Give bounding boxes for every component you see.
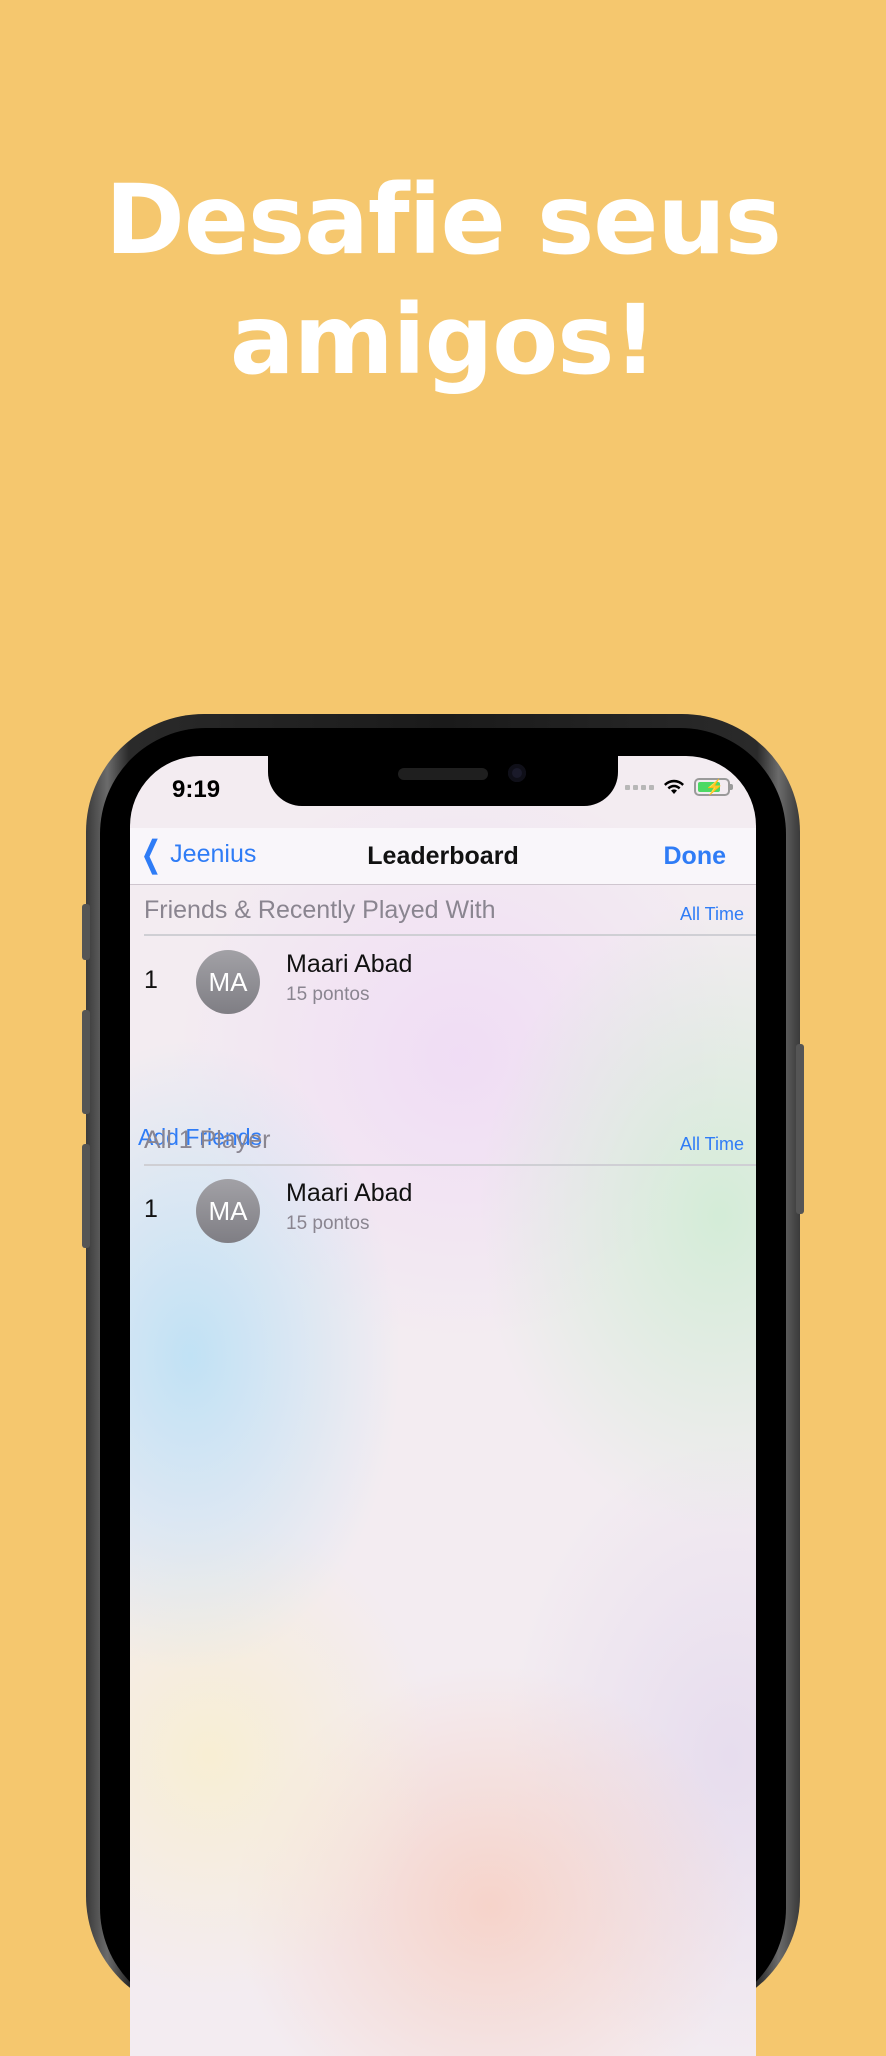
player-rank: 1 <box>144 966 158 994</box>
navigation-bar: ❮ Jeenius Leaderboard Done <box>130 828 756 885</box>
mute-switch <box>82 904 90 960</box>
player-rank: 1 <box>144 1195 158 1223</box>
notch <box>268 756 618 806</box>
phone-frame: 9:19 ⚡ ❮ Jeenius Leaderboard Done Friend… <box>82 714 804 2056</box>
battery-icon: ⚡ <box>694 778 733 796</box>
leaderboard-row[interactable]: 1 MA Maari Abad 15 pontos <box>130 938 756 1028</box>
headline-line-2: amigos! <box>229 284 657 396</box>
player-score: 15 pontos <box>286 984 370 1005</box>
player-name: Maari Abad <box>286 950 413 978</box>
done-button[interactable]: Done <box>664 842 727 871</box>
side-button <box>796 1044 804 1214</box>
phone-screen: 9:19 ⚡ ❮ Jeenius Leaderboard Done Friend… <box>130 756 756 2056</box>
section-header-all-players: All 1 Player All Time <box>144 1116 756 1166</box>
status-indicators: ⚡ <box>625 778 733 796</box>
avatar: MA <box>196 950 260 1014</box>
headline-line-1: Desafie seus <box>105 164 782 276</box>
page-title: Leaderboard <box>367 842 519 870</box>
headline: Desafie seus amigos! <box>0 160 886 400</box>
player-score: 15 pontos <box>286 1213 370 1234</box>
front-camera <box>508 764 526 782</box>
player-name: Maari Abad <box>286 1179 413 1207</box>
section-title: All 1 Player <box>144 1126 271 1154</box>
time-filter-button[interactable]: All Time <box>680 904 744 925</box>
volume-up-button <box>82 1010 90 1114</box>
cellular-signal-icon <box>625 784 654 790</box>
status-time: 9:19 <box>172 776 221 803</box>
leaderboard-row[interactable]: 1 MA Maari Abad 15 pontos <box>130 1167 756 1257</box>
speaker-grille <box>398 768 488 780</box>
section-header-friends: Friends & Recently Played With All Time <box>144 886 756 936</box>
volume-down-button <box>82 1144 90 1248</box>
section-title: Friends & Recently Played With <box>144 896 496 924</box>
time-filter-button[interactable]: All Time <box>680 1134 744 1155</box>
avatar: MA <box>196 1179 260 1243</box>
wifi-icon <box>664 779 684 794</box>
